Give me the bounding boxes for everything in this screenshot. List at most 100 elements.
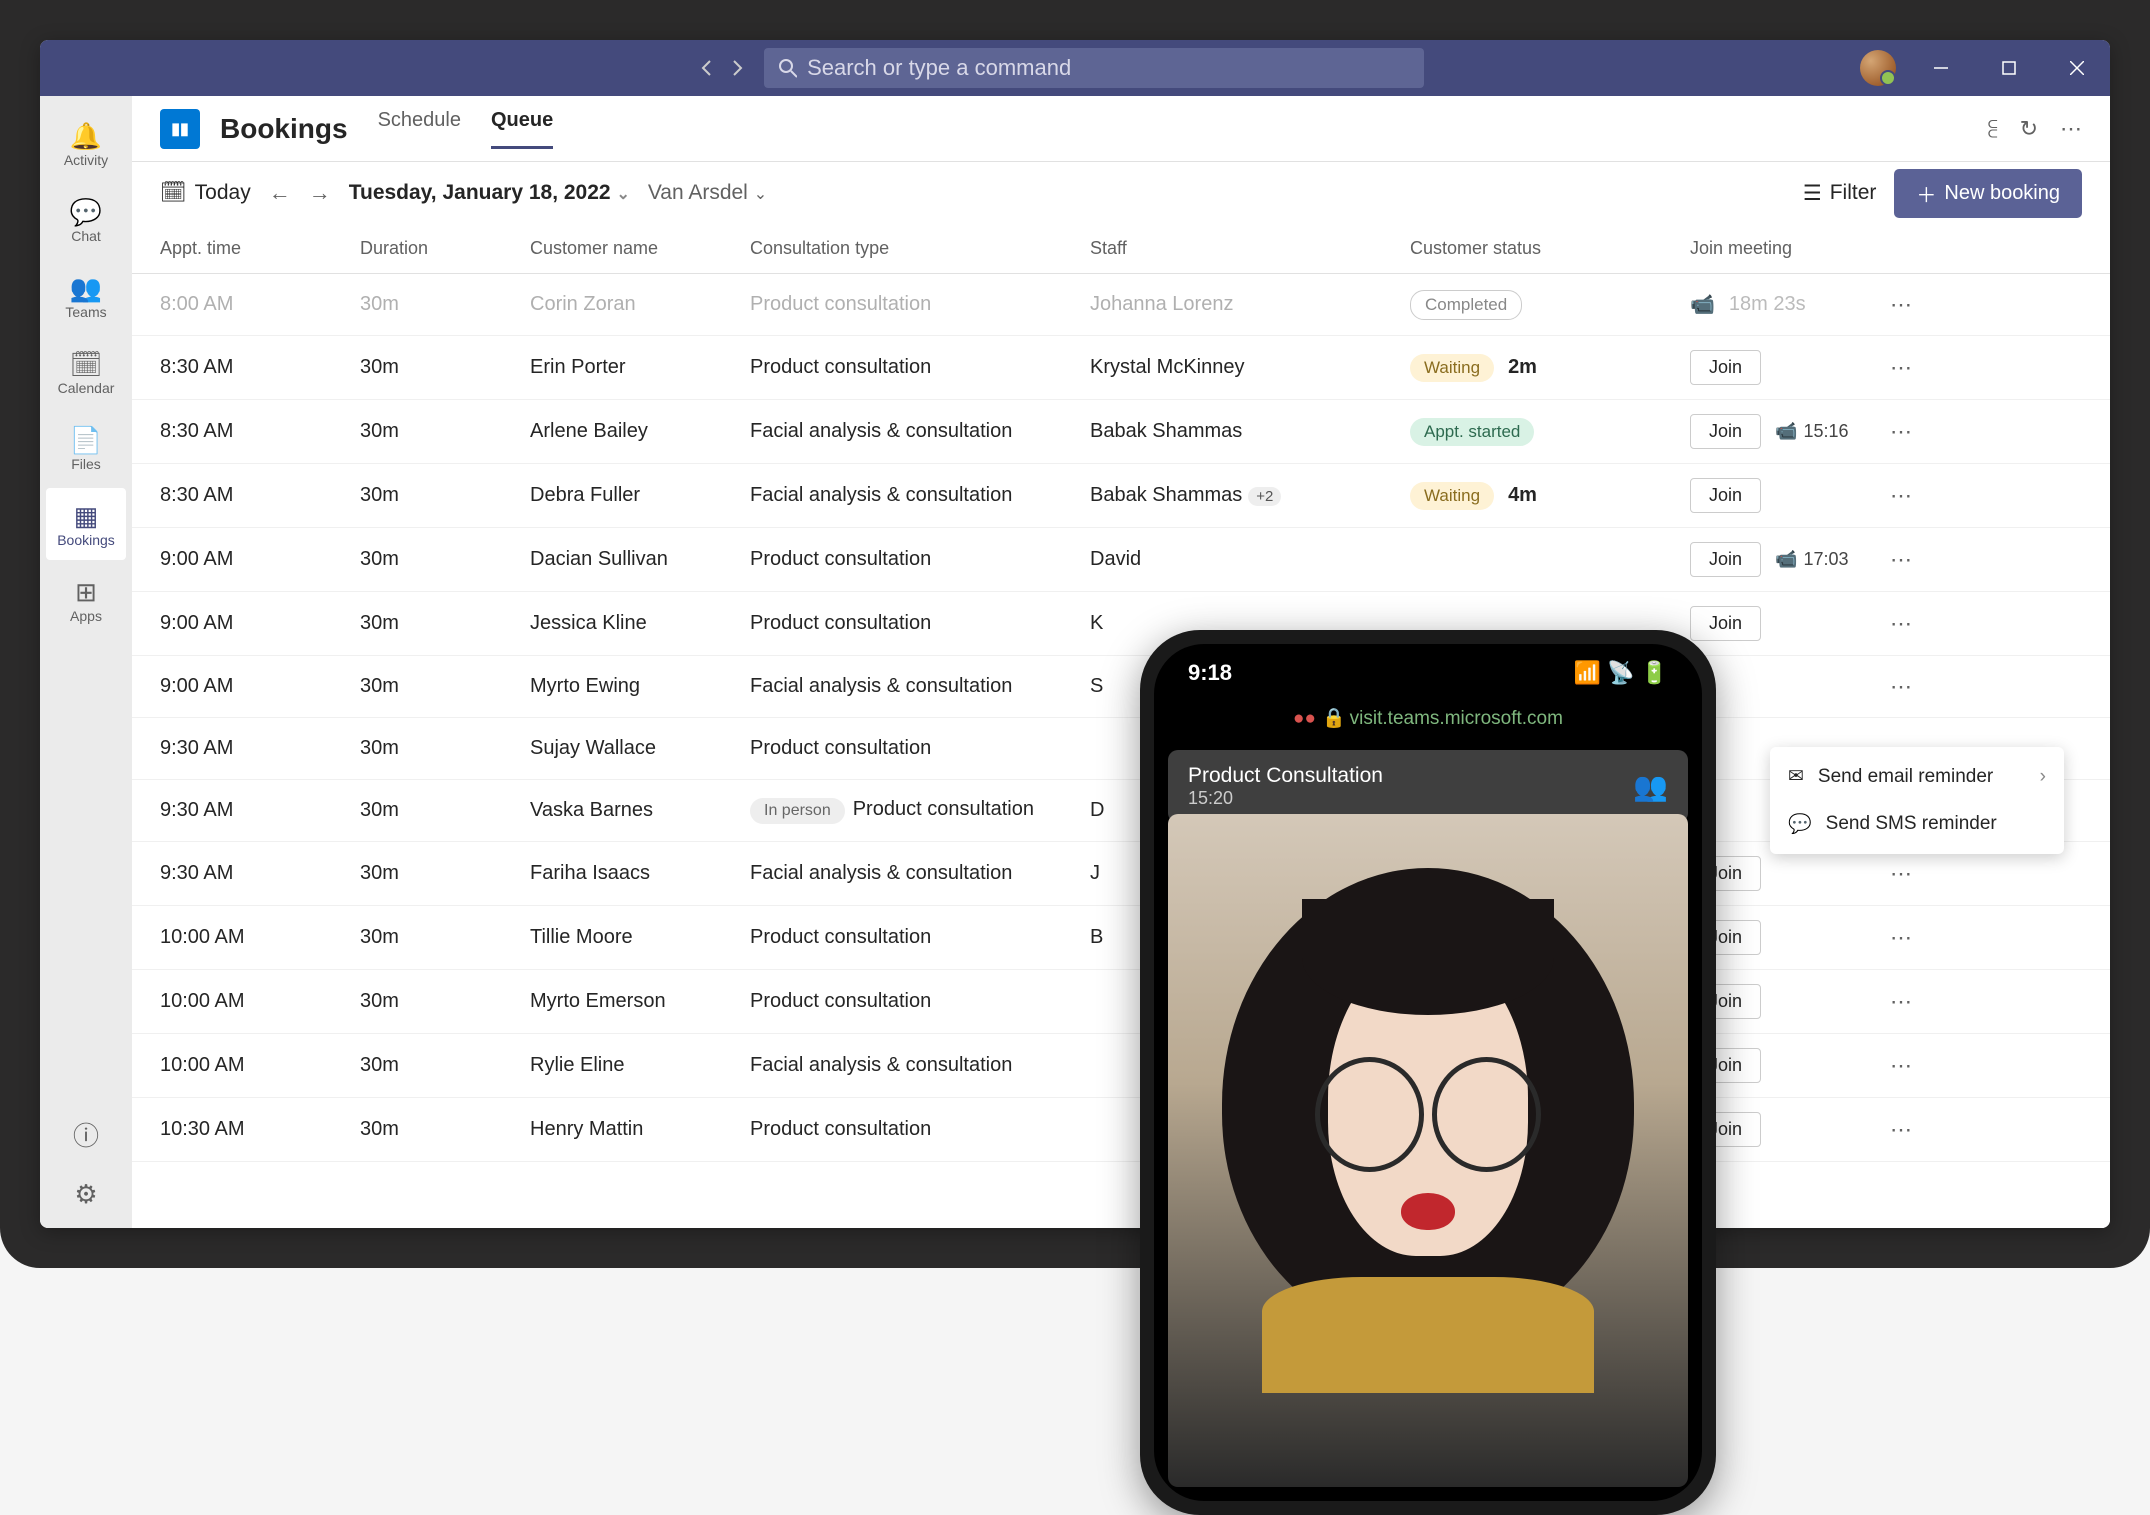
record-icon: ●● bbox=[1293, 708, 1316, 729]
search-box[interactable] bbox=[764, 48, 1424, 88]
cell-type: Facial analysis & consultation bbox=[750, 1054, 1090, 1077]
rail-apps[interactable]: ⊞Apps bbox=[46, 564, 126, 636]
main-content: ▮▮ Bookings Schedule Queue ⫕ ↻ ⋯ 🗓Today … bbox=[132, 96, 2110, 1228]
table-header: Appt. time Duration Customer name Consul… bbox=[132, 224, 2110, 274]
rail-chat[interactable]: 💬Chat bbox=[46, 184, 126, 256]
next-day-button[interactable]: → bbox=[309, 180, 331, 206]
new-booking-button[interactable]: ＋New booking bbox=[1894, 169, 2082, 218]
rail-calendar[interactable]: 🗓Calendar bbox=[46, 336, 126, 408]
join-button[interactable]: Join bbox=[1690, 478, 1761, 513]
table-row[interactable]: 10:00 AM30mMyrto EmersonProduct consulta… bbox=[132, 970, 2110, 1034]
row-more-button[interactable]: ⋯ bbox=[1890, 419, 1950, 445]
rail-activity[interactable]: 🔔Activity bbox=[46, 108, 126, 180]
join-button[interactable]: Join bbox=[1690, 414, 1761, 449]
cell-time: 9:00 AM bbox=[160, 548, 360, 571]
row-more-button[interactable]: ⋯ bbox=[1890, 989, 1950, 1015]
table-row[interactable]: 10:00 AM30mRylie ElineFacial analysis & … bbox=[132, 1034, 2110, 1098]
close-button[interactable] bbox=[2054, 48, 2100, 88]
row-more-button[interactable]: ⋯ bbox=[1890, 483, 1950, 509]
people-icon: 👥 bbox=[70, 273, 102, 304]
cell-duration: 30m bbox=[360, 926, 530, 949]
cell-join: 📹18m 23s bbox=[1690, 292, 1890, 317]
cell-time: 8:30 AM bbox=[160, 484, 360, 507]
participants-icon[interactable]: 👥 bbox=[1633, 770, 1668, 803]
filter-icon: ☰ bbox=[1803, 181, 1822, 206]
cell-time: 10:00 AM bbox=[160, 1054, 360, 1077]
nav-back-button[interactable] bbox=[692, 54, 720, 82]
tab-schedule[interactable]: Schedule bbox=[378, 109, 461, 149]
table-row[interactable]: 8:30 AM30mDebra FullerFacial analysis & … bbox=[132, 464, 2110, 528]
sms-icon: 💬 bbox=[1788, 812, 1812, 836]
row-more-button[interactable]: ⋯ bbox=[1890, 674, 1950, 700]
cell-time: 10:00 AM bbox=[160, 926, 360, 949]
cell-status: Appt. started bbox=[1410, 418, 1690, 446]
tab-queue[interactable]: Queue bbox=[491, 109, 553, 149]
current-date[interactable]: Tuesday, January 18, 2022 ⌄ bbox=[349, 181, 630, 205]
nav-forward-button[interactable] bbox=[724, 54, 752, 82]
cell-status: Completed bbox=[1410, 290, 1690, 320]
calendar-day-icon: 🗓 bbox=[160, 181, 187, 205]
row-more-button[interactable]: ⋯ bbox=[1890, 861, 1950, 887]
table-row[interactable]: 10:30 AM30mHenry MattinProduct consultat… bbox=[132, 1098, 2110, 1162]
refresh-button[interactable]: ↻ bbox=[2020, 116, 2038, 142]
phone-meeting-time: 15:20 bbox=[1188, 788, 1383, 809]
header-more-button[interactable]: ⋯ bbox=[2060, 116, 2082, 142]
row-more-button[interactable]: ⋯ bbox=[1890, 547, 1950, 573]
row-more-button[interactable]: ⋯ bbox=[1890, 292, 1950, 318]
cell-type: Facial analysis & consultation bbox=[750, 420, 1090, 443]
cell-customer: Sujay Wallace bbox=[530, 737, 750, 760]
status-badge: Appt. started bbox=[1410, 418, 1534, 446]
row-more-button[interactable]: ⋯ bbox=[1890, 1053, 1950, 1079]
cell-customer: Vaska Barnes bbox=[530, 799, 750, 822]
row-more-button[interactable]: ⋯ bbox=[1890, 355, 1950, 381]
help-button[interactable]: ⓘ bbox=[73, 1116, 99, 1153]
cell-duration: 30m bbox=[360, 1118, 530, 1141]
table-row[interactable]: 9:00 AM30mDacian SullivanProduct consult… bbox=[132, 528, 2110, 592]
phone-meeting-header: Product Consultation 15:20 👥 bbox=[1168, 750, 1688, 823]
phone-status-bar: 9:18 📶 📡 🔋 bbox=[1154, 644, 1702, 702]
menu-send-sms-reminder[interactable]: 💬 Send SMS reminder bbox=[1770, 800, 2064, 848]
rail-teams[interactable]: 👥Teams bbox=[46, 260, 126, 332]
menu-send-email-reminder[interactable]: ✉ Send email reminder › bbox=[1770, 753, 2064, 800]
table-row[interactable]: 10:00 AM30mTillie MooreProduct consultat… bbox=[132, 906, 2110, 970]
cell-time: 8:30 AM bbox=[160, 420, 360, 443]
titlebar bbox=[40, 40, 2110, 96]
cell-time: 10:00 AM bbox=[160, 990, 360, 1013]
join-button[interactable]: Join bbox=[1690, 542, 1761, 577]
filter-button[interactable]: ☰Filter bbox=[1803, 181, 1877, 206]
maximize-button[interactable] bbox=[1986, 48, 2032, 88]
row-context-menu: ✉ Send email reminder › 💬 Send SMS remin… bbox=[1770, 747, 2064, 854]
today-button[interactable]: 🗓Today bbox=[160, 181, 251, 205]
user-avatar[interactable] bbox=[1860, 50, 1896, 86]
rail-bookings[interactable]: ▦Bookings bbox=[46, 488, 126, 560]
row-more-button[interactable]: ⋯ bbox=[1890, 1117, 1950, 1143]
cell-staff: Krystal McKinney bbox=[1090, 356, 1410, 379]
row-more-button[interactable]: ⋯ bbox=[1890, 611, 1950, 637]
status-badge: Waiting bbox=[1410, 354, 1494, 382]
cell-staff: Babak Shammas bbox=[1090, 420, 1410, 443]
in-person-badge: In person bbox=[750, 798, 845, 824]
cell-join: Join bbox=[1690, 606, 1890, 641]
search-input[interactable] bbox=[807, 55, 1410, 81]
table-row[interactable]: 8:00 AM30mCorin ZoranProduct consultatio… bbox=[132, 274, 2110, 336]
rail-files[interactable]: 📄Files bbox=[46, 412, 126, 484]
video-icon: 📹 bbox=[1775, 549, 1797, 570]
table-row[interactable]: 8:30 AM30mArlene BaileyFacial analysis &… bbox=[132, 400, 2110, 464]
popout-button[interactable]: ⫕ bbox=[1988, 116, 1998, 142]
prev-day-button[interactable]: ← bbox=[269, 180, 291, 206]
toolbar: 🗓Today ← → Tuesday, January 18, 2022 ⌄ V… bbox=[132, 162, 2110, 224]
table-row[interactable]: 8:30 AM30mErin PorterProduct consultatio… bbox=[132, 336, 2110, 400]
phone-status-icons: 📶 📡 🔋 bbox=[1574, 660, 1668, 686]
row-more-button[interactable]: ⋯ bbox=[1890, 925, 1950, 951]
table-row[interactable]: 9:00 AM30mJessica KlineProduct consultat… bbox=[132, 592, 2110, 656]
cell-time: 10:30 AM bbox=[160, 1118, 360, 1141]
settings-button[interactable]: ⚙ bbox=[74, 1179, 97, 1210]
minimize-button[interactable] bbox=[1918, 48, 1964, 88]
cell-type: Product consultation bbox=[750, 293, 1090, 316]
join-button[interactable]: Join bbox=[1690, 606, 1761, 641]
table-row[interactable]: 9:00 AM30mMyrto EwingFacial analysis & c… bbox=[132, 656, 2110, 718]
org-selector[interactable]: Van Arsdel ⌄ bbox=[648, 181, 767, 205]
cell-customer: Myrto Emerson bbox=[530, 990, 750, 1013]
join-button[interactable]: Join bbox=[1690, 350, 1761, 385]
app-window: 🔔Activity 💬Chat 👥Teams 🗓Calendar 📄Files … bbox=[40, 40, 2110, 1228]
